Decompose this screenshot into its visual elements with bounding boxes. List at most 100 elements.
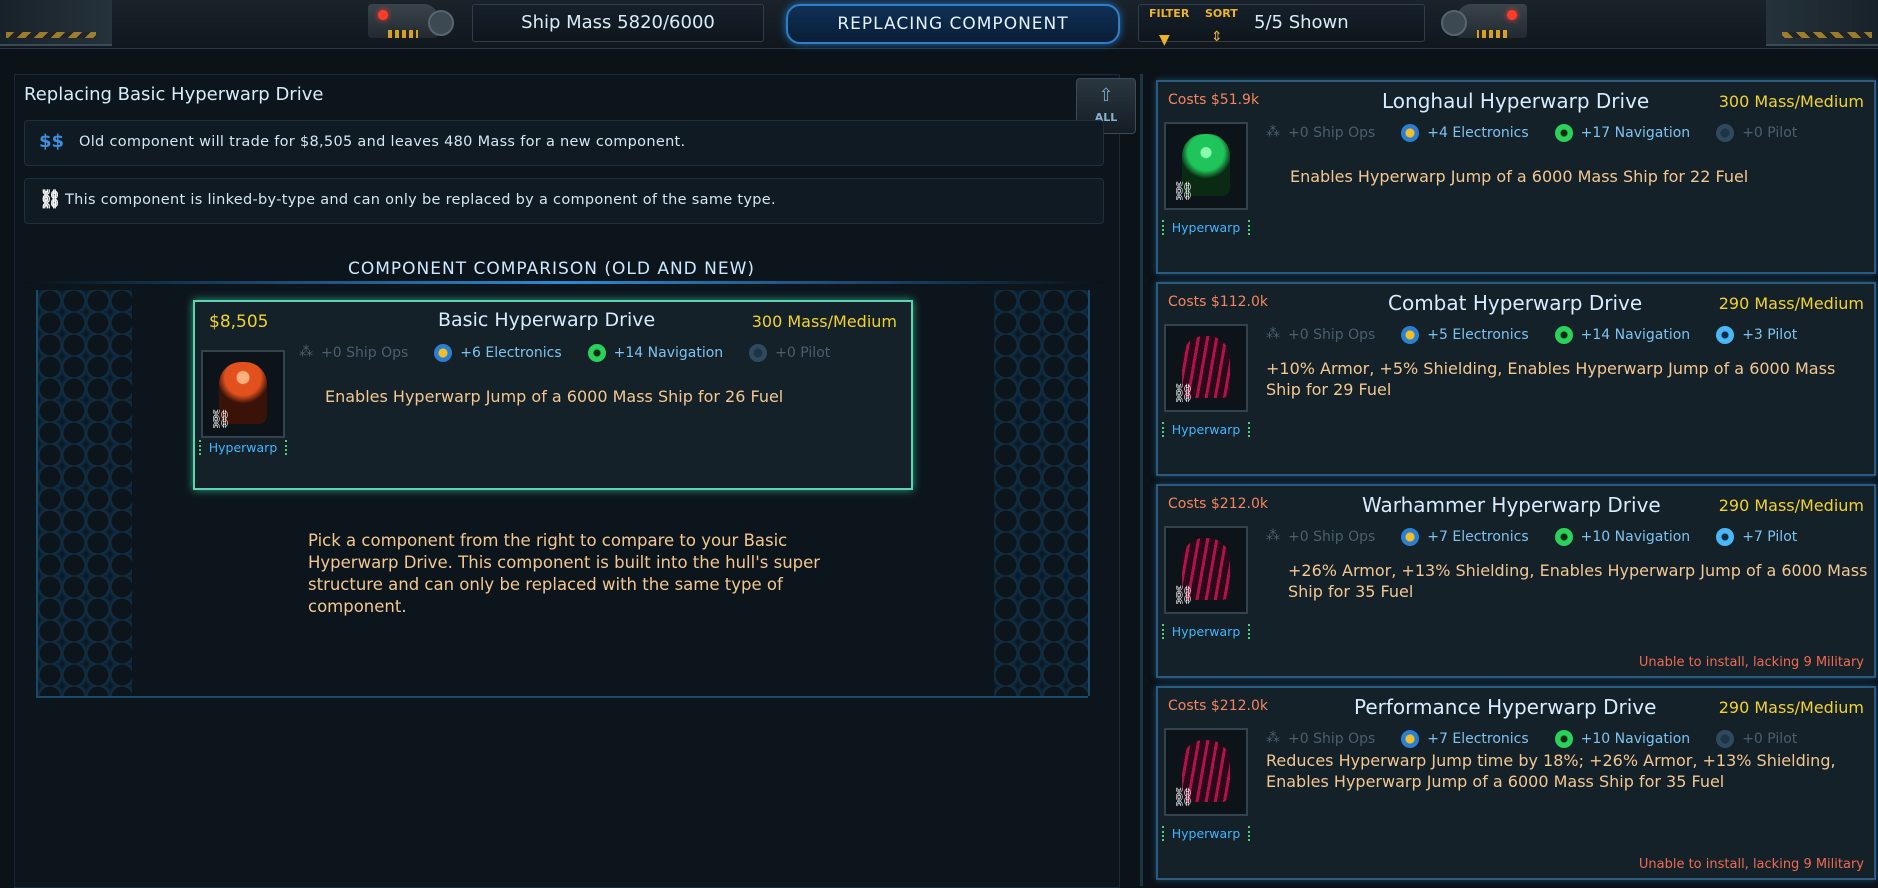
ship-mass-display: Ship Mass 5820/6000 (472, 4, 764, 42)
component-card-combat[interactable]: Costs $112.0k Combat Hyperwarp Drive 290… (1156, 282, 1876, 476)
component-description: Enables Hyperwarp Jump of a 6000 Mass Sh… (325, 387, 784, 406)
navigation-stat: +14 Navigation (587, 344, 723, 362)
component-description: +10% Armor, +5% Shielding, Enables Hyper… (1266, 359, 1836, 399)
top-bar: Ship Mass 5820/6000 REPLACING COMPONENT … (0, 0, 1878, 49)
component-mass: 290 Mass/Medium (1718, 496, 1864, 515)
component-cost: Costs $112.0k (1168, 294, 1268, 310)
ship-ops-icon: ⁂ (1266, 326, 1280, 342)
pilot-stat: +3 Pilot (1716, 326, 1797, 344)
component-description: +26% Armor, +13% Shielding, Enables Hype… (1288, 561, 1868, 601)
component-stats: ⁂ +0 Ship Ops +6 Electronics +14 Navigati… (299, 344, 856, 362)
old-component-card[interactable]: $8,505 Basic Hyperwarp Drive 300 Mass/Me… (193, 300, 913, 490)
component-stats: ⁂ +0 Ship Ops +7 Electronics +10 Navigati… (1266, 730, 1823, 748)
component-stats: ⁂ +0 Ship Ops +4 Electronics +17 Navigati… (1266, 124, 1823, 142)
component-card-longhaul[interactable]: Costs $51.9k Longhaul Hyperwarp Drive 30… (1156, 80, 1876, 274)
type-label: Hyperwarp (1162, 624, 1250, 639)
navigation-icon (1554, 730, 1573, 748)
panel-title: Replacing Basic Hyperwarp Drive (24, 84, 324, 105)
comparison-header: COMPONENT COMPARISON (OLD AND NEW) (348, 259, 756, 279)
pilot-icon (1716, 528, 1735, 546)
pilot-stat: +0 Pilot (1716, 730, 1797, 748)
pilot-stat: +7 Pilot (1716, 528, 1797, 546)
electronics-stat: +5 Electronics (1401, 326, 1529, 344)
type-label: Hyperwarp (199, 440, 287, 455)
component-name: Combat Hyperwarp Drive (1388, 291, 1643, 315)
ship-ops-stat: ⁂ +0 Ship Ops (1266, 326, 1376, 343)
help-text: Pick a component from the right to compa… (308, 531, 821, 616)
navigation-stat: +10 Navigation (1554, 730, 1690, 748)
link-info-bar: ⛓ This component is linked-by-type and c… (24, 178, 1104, 224)
electronics-icon (1401, 730, 1420, 748)
component-mass: 300 Mass/Medium (1718, 92, 1864, 111)
ship-ops-stat: ⁂ +0 Ship Ops (1266, 124, 1376, 141)
credits-icon: $$ (39, 131, 65, 152)
ship-ops-icon: ⁂ (1266, 730, 1280, 746)
component-image: ⛓ (1164, 324, 1248, 412)
robot-head-icon (1437, 0, 1537, 44)
corner-decoration-left (0, 0, 112, 46)
robot-head-icon (358, 0, 458, 44)
pilot-icon (1716, 124, 1735, 142)
component-card-performance[interactable]: Costs $212.0k Performance Hyperwarp Driv… (1156, 686, 1876, 880)
electronics-stat: +7 Electronics (1401, 528, 1529, 546)
ship-ops-icon: ⁂ (299, 344, 313, 360)
component-image: ⛓ (1164, 122, 1248, 210)
component-stats: ⁂ +0 Ship Ops +7 Electronics +10 Navigati… (1266, 528, 1823, 546)
pilot-icon (1716, 730, 1735, 748)
component-cost: Costs $51.9k (1168, 92, 1260, 108)
chain-link-icon: ⛓ (39, 189, 62, 210)
component-mass: 290 Mass/Medium (1718, 294, 1864, 313)
component-card-warhammer[interactable]: Costs $212.0k Warhammer Hyperwarp Drive … (1156, 484, 1876, 678)
component-description: Reduces Hyperwarp Jump time by 18%; +26%… (1266, 751, 1836, 791)
type-label: Hyperwarp (1162, 422, 1250, 437)
navigation-stat: +14 Navigation (1554, 326, 1690, 344)
ship-ops-stat: ⁂ +0 Ship Ops (299, 344, 409, 361)
electronics-stat: +6 Electronics (434, 344, 562, 362)
chain-link-icon: ⛓ (1172, 181, 1195, 202)
navigation-icon (1554, 528, 1573, 546)
sort-arrows-icon[interactable]: ⇕ (1211, 19, 1223, 55)
chain-link-icon: ⛓ (209, 409, 232, 430)
component-cost: Costs $212.0k (1168, 698, 1268, 714)
component-description: Enables Hyperwarp Jump of a 6000 Mass Sh… (1290, 167, 1749, 186)
pilot-stat: +0 Pilot (1716, 124, 1797, 142)
install-warning: Unable to install, lacking 9 Military (1638, 655, 1864, 670)
component-name: Basic Hyperwarp Drive (438, 309, 656, 331)
pilot-icon (749, 344, 768, 362)
ship-ops-stat: ⁂ +0 Ship Ops (1266, 528, 1376, 545)
pilot-icon (1716, 326, 1735, 344)
ship-ops-stat: ⁂ +0 Ship Ops (1266, 730, 1376, 747)
component-image: ⛓ (1164, 526, 1248, 614)
type-label: Hyperwarp (1162, 220, 1250, 235)
component-stats: ⁂ +0 Ship Ops +5 Electronics +14 Navigati… (1266, 326, 1823, 344)
electronics-icon (1401, 528, 1420, 546)
type-label: Hyperwarp (1162, 826, 1250, 841)
ship-ops-icon: ⁂ (1266, 528, 1280, 544)
navigation-stat: +10 Navigation (1554, 528, 1690, 546)
filter-sort-bar: FILTER ▼ SORT ⇕ 5/5 Shown (1138, 4, 1425, 48)
upload-arrow-icon: ⇧ (1098, 85, 1114, 106)
trade-value: $8,505 (209, 312, 269, 332)
navigation-icon (1554, 326, 1573, 344)
filter-funnel-icon[interactable]: ▼ (1159, 22, 1170, 58)
component-image: ⛓ (1164, 728, 1248, 816)
electronics-icon (1401, 326, 1420, 344)
electronics-stat: +7 Electronics (1401, 730, 1529, 748)
component-name: Longhaul Hyperwarp Drive (1382, 89, 1650, 113)
hex-pattern-right (994, 290, 1090, 696)
replacing-component-tab[interactable]: REPLACING COMPONENT (786, 4, 1120, 44)
electronics-icon (434, 344, 453, 362)
install-warning: Unable to install, lacking 9 Military (1638, 857, 1864, 872)
electronics-stat: +4 Electronics (1401, 124, 1529, 142)
trade-info-bar: $$ Old component will trade for $8,505 a… (24, 120, 1104, 166)
navigation-icon (587, 344, 606, 362)
filter-button[interactable]: FILTER (1149, 8, 1189, 20)
corner-decoration-right (1766, 0, 1878, 46)
chain-link-icon: ⛓ (1172, 787, 1195, 808)
component-name: Performance Hyperwarp Drive (1354, 695, 1657, 719)
ship-ops-icon: ⁂ (1266, 124, 1280, 140)
comparison-floor (36, 696, 1088, 698)
hex-pattern-left (36, 290, 132, 696)
component-cost: Costs $212.0k (1168, 496, 1268, 512)
component-name: Warhammer Hyperwarp Drive (1362, 493, 1661, 517)
